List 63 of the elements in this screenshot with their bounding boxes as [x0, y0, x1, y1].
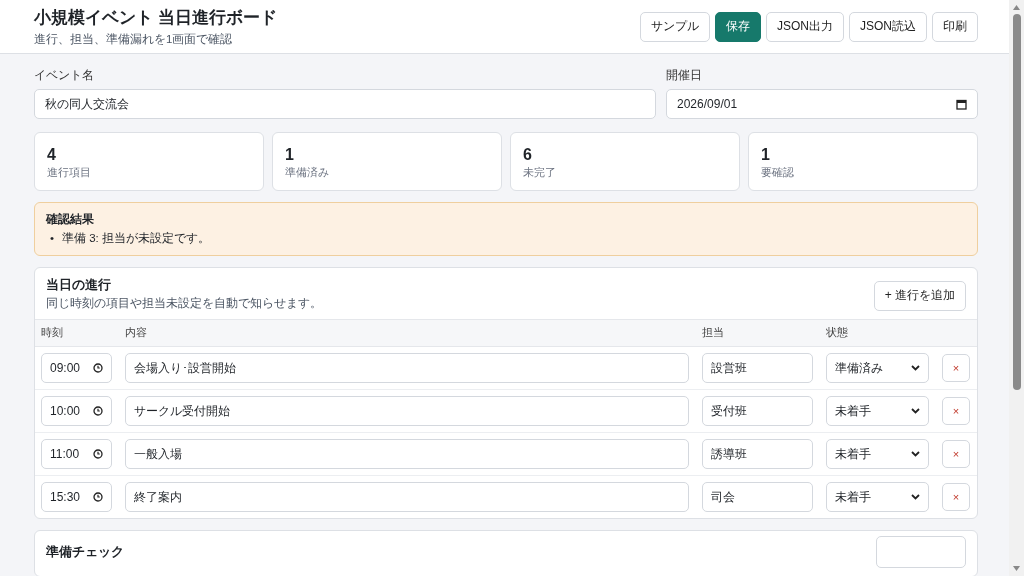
- toolbar-button[interactable]: 印刷: [932, 11, 978, 42]
- date-field[interactable]: 2026/09/01: [666, 89, 978, 119]
- stat-label: 進行項目: [47, 166, 91, 180]
- assignee-field[interactable]: 受付班: [702, 396, 813, 426]
- field-label: 開催日: [666, 68, 703, 83]
- column-header: 状態: [826, 326, 849, 340]
- alert-item: 準備 3: 担当が未設定です。: [62, 231, 210, 246]
- page-subtitle: 進行、担当、準備漏れを1画面で確認: [34, 31, 234, 47]
- scroll-down-icon[interactable]: [1013, 566, 1020, 571]
- status-select[interactable]: 未着手: [826, 396, 929, 426]
- chevron-icon: [911, 408, 920, 414]
- stat-label: 要確認: [761, 166, 794, 180]
- toolbar-button[interactable]: JSON読込: [849, 11, 927, 42]
- clock-icon: [93, 406, 103, 416]
- delete-button[interactable]: ×: [942, 483, 970, 511]
- content-field[interactable]: 会場入り･設営開始: [125, 353, 689, 383]
- event-name-field[interactable]: 秋の同人交流会: [34, 89, 656, 119]
- scrollbar[interactable]: [1009, 0, 1024, 576]
- stat-value: 6: [523, 145, 532, 164]
- time-field[interactable]: 09:00: [41, 353, 112, 383]
- stat-value: 1: [761, 145, 770, 164]
- column-header: 内容: [125, 326, 148, 340]
- assignee-field[interactable]: 司会: [702, 482, 813, 512]
- chevron-icon: [911, 494, 920, 500]
- time-field[interactable]: 15:30: [41, 482, 112, 512]
- toolbar-button[interactable]: サンプル: [639, 11, 710, 42]
- delete-button[interactable]: ×: [942, 354, 970, 382]
- status-select[interactable]: 準備済み: [826, 353, 929, 383]
- assignee-field[interactable]: 設営班: [702, 353, 813, 383]
- delete-button[interactable]: ×: [942, 440, 970, 468]
- chevron-icon: [911, 365, 920, 371]
- chevron-icon: [911, 451, 920, 457]
- content-field[interactable]: 終了案内: [125, 482, 689, 512]
- page-title: 小規模イベント 当日進行ボード: [34, 6, 277, 29]
- scroll-up-icon[interactable]: [1013, 5, 1020, 10]
- time-field[interactable]: 10:00: [41, 396, 112, 426]
- stat-value: 1: [285, 145, 294, 164]
- scrollbar-thumb[interactable]: [1012, 14, 1021, 390]
- assignee-field[interactable]: 誘導班: [702, 439, 813, 469]
- add-button[interactable]: + 進行を追加: [873, 280, 966, 311]
- section-subtitle: 同じ時刻の項目や担当未設定を自動で知らせます。: [46, 296, 322, 311]
- clock-icon: [93, 492, 103, 502]
- toolbar-button[interactable]: JSON出力: [765, 11, 844, 42]
- delete-button[interactable]: ×: [942, 397, 970, 425]
- column-header: 時刻: [41, 326, 64, 340]
- toolbar-button[interactable]: 保存: [714, 11, 761, 42]
- field-label: イベント名: [34, 68, 95, 83]
- stat-value: 4: [47, 145, 56, 164]
- stat-label: 準備済み: [285, 166, 329, 180]
- section-title: 当日の進行: [46, 276, 112, 294]
- clock-icon: [93, 449, 103, 459]
- bullet: •: [50, 231, 55, 246]
- time-field[interactable]: 11:00: [41, 439, 112, 469]
- column-header: 担当: [702, 326, 725, 340]
- stat-label: 未完了: [523, 166, 556, 180]
- content-field[interactable]: サークル受付開始: [125, 396, 689, 426]
- section-title: 準備チェック: [46, 543, 124, 561]
- calendar-icon: [956, 98, 967, 110]
- status-select[interactable]: 未着手: [826, 439, 929, 469]
- alert-title: 確認結果: [46, 211, 95, 227]
- status-select[interactable]: 未着手: [826, 482, 929, 512]
- clock-icon: [93, 363, 103, 373]
- content-field[interactable]: 一般入場: [125, 439, 689, 469]
